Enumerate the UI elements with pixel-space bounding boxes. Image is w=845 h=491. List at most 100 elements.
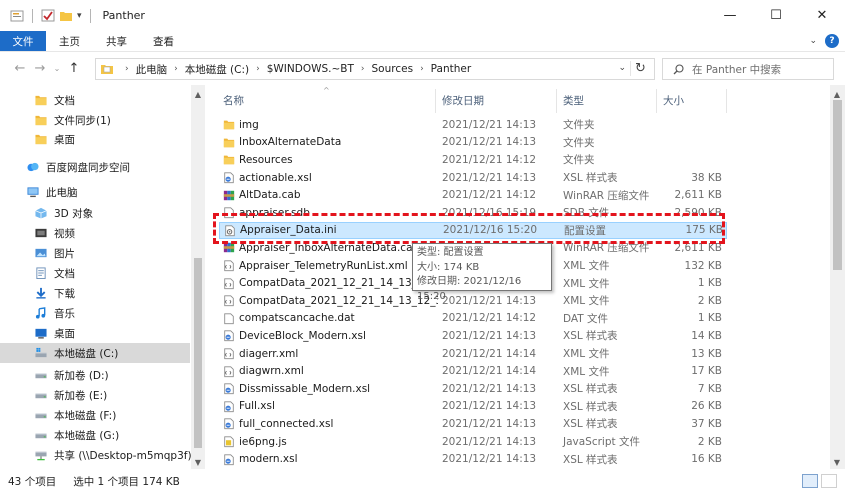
breadcrumb-chevron-icon[interactable]: ›: [361, 64, 365, 74]
file-row[interactable]: appraiser.sdb 2021/12/16 15:19 SDB 文件 2,590…: [219, 204, 727, 222]
file-row[interactable]: AltData.cab 2021/12/21 14:12 WinRAR 压缩文件 2,…: [219, 186, 727, 204]
nav-item[interactable]: 新加卷 (E:): [0, 385, 190, 405]
breadcrumb-sources[interactable]: Sources: [372, 63, 414, 75]
file-name-cell: ie6png.js: [223, 435, 438, 448]
file-row[interactable]: InboxAlternateData 2021/12/21 14:13 文件夹: [219, 134, 727, 152]
expand-ribbon-icon[interactable]: ⌄: [809, 36, 817, 46]
file-row[interactable]: Resources 2021/12/21 14:12 文件夹: [219, 151, 727, 169]
nav-item[interactable]: 图片: [0, 243, 190, 263]
quick-access-toolbar: ▾ Panther: [0, 0, 145, 31]
nav-item[interactable]: 本地磁盘 (G:): [0, 425, 190, 445]
tab-view[interactable]: 查看: [140, 31, 187, 51]
nav-item[interactable]: 桌面: [0, 323, 190, 343]
scroll-up-icon[interactable]: ▲: [830, 87, 844, 101]
scroll-down-icon[interactable]: ▼: [191, 455, 205, 469]
file-row[interactable]: diagwrn.xml 2021/12/21 14:14 XML 文件 17 KB: [219, 362, 727, 380]
column-divider[interactable]: [726, 89, 727, 113]
file-row[interactable]: ie6png.js 2021/12/21 14:13 JavaScript 文件 2 …: [219, 433, 727, 451]
breadcrumb-drive-c[interactable]: 本地磁盘 (C:): [185, 62, 249, 77]
nav-item[interactable]: 本地磁盘 (C:): [0, 343, 190, 363]
large-icons-view-icon[interactable]: [821, 474, 837, 488]
customize-toolbar-icon[interactable]: ▾: [77, 11, 82, 21]
column-divider[interactable]: [435, 89, 436, 113]
forward-arrow-icon[interactable]: →: [30, 61, 50, 76]
file-date: 2021/12/21 14:12: [442, 153, 537, 166]
tab-file[interactable]: 文件: [0, 31, 46, 51]
tab-share[interactable]: 共享: [93, 31, 140, 51]
back-arrow-icon[interactable]: ←: [10, 61, 30, 76]
column-header-date[interactable]: 修改日期: [442, 85, 484, 115]
column-header-size[interactable]: 大小: [663, 85, 684, 115]
drive-icon: [34, 429, 48, 441]
column-divider[interactable]: [556, 89, 557, 113]
column-divider[interactable]: [656, 89, 657, 113]
close-button[interactable]: ✕: [799, 0, 845, 31]
nav-item[interactable]: 新加卷 (D:): [0, 365, 190, 385]
address-bar[interactable]: › 此电脑 › 本地磁盘 (C:) › $WINDOWS.~BT › Sourc…: [95, 58, 655, 80]
desktop-icon: [34, 327, 48, 339]
folder-icon: [34, 94, 48, 106]
breadcrumb-chevron-icon[interactable]: ›: [174, 64, 178, 74]
breadcrumb-chevron-icon[interactable]: ›: [420, 64, 424, 74]
file-date: 2021/12/21 14:14: [442, 365, 537, 378]
breadcrumb-windows-bt[interactable]: $WINDOWS.~BT: [267, 63, 354, 75]
nav-item[interactable]: 共享 (\\Desktop-m5mqp3f) (Z: [0, 445, 205, 465]
nav-item[interactable]: 下载: [0, 283, 190, 303]
file-scroll-thumb[interactable]: [833, 100, 842, 270]
file-row[interactable]: full_connected.xsl 2021/12/21 14:13 XSL 样式…: [219, 415, 727, 433]
file-row[interactable]: Appraiser_Data.ini 2021/12/16 15:20 配置设置 17…: [219, 221, 727, 240]
nav-item[interactable]: 文档: [0, 90, 190, 110]
help-icon[interactable]: ?: [825, 34, 839, 48]
pictures-icon: [34, 247, 48, 259]
column-header-type[interactable]: 类型: [563, 85, 584, 115]
file-list-scrollbar[interactable]: ▲ ▼: [830, 85, 845, 469]
breadcrumb-chevron-icon[interactable]: ›: [256, 64, 260, 74]
breadcrumb-panther[interactable]: Panther: [431, 63, 472, 75]
details-view-icon[interactable]: [802, 474, 818, 488]
recent-locations-icon[interactable]: ⌄: [50, 64, 64, 73]
file-row[interactable]: modern.xsl 2021/12/21 14:13 XSL 样式表 16 KB: [219, 450, 727, 468]
breadcrumb-this-pc[interactable]: 此电脑: [136, 62, 168, 77]
column-header-name[interactable]: 名称: [223, 85, 244, 115]
file-row[interactable]: actionable.xsl 2021/12/21 14:13 XSL 样式表 38 …: [219, 169, 727, 187]
file-row[interactable]: DeviceBlock_Modern.xsl 2021/12/21 14:13 XS…: [219, 327, 727, 345]
nav-item[interactable]: 文件同步(1): [0, 110, 190, 130]
nav-item-label: 本地磁盘 (C:): [54, 347, 119, 360]
breadcrumb-chevron-icon[interactable]: ›: [125, 64, 129, 74]
checkmark-icon[interactable]: [41, 9, 55, 22]
file-row[interactable]: compatscancache.dat 2021/12/21 14:12 DAT 文…: [219, 310, 727, 328]
scroll-down-icon[interactable]: ▼: [830, 455, 844, 469]
minimize-button[interactable]: —: [707, 0, 753, 31]
file-row[interactable]: img 2021/12/21 14:13 文件夹: [219, 116, 727, 134]
address-dropdown-icon[interactable]: ⌄: [618, 63, 626, 73]
file-row[interactable]: diagerr.xml 2021/12/21 14:14 XML 文件 13 KB: [219, 345, 727, 363]
file-name: img: [239, 118, 259, 131]
nav-item[interactable]: 3D 对象: [0, 203, 190, 223]
up-arrow-icon[interactable]: ↑: [64, 61, 84, 76]
scroll-up-icon[interactable]: ▲: [191, 87, 205, 101]
nav-item[interactable]: 百度网盘同步空间: [0, 157, 190, 177]
nav-item[interactable]: 视频: [0, 223, 190, 243]
file-row[interactable]: Full.xsl 2021/12/21 14:13 XSL 样式表 26 KB: [219, 398, 727, 416]
nav-item[interactable]: 此电脑: [0, 182, 190, 202]
refresh-icon[interactable]: ↻: [630, 61, 650, 76]
js-file-icon: [223, 435, 235, 448]
nav-scroll-thumb[interactable]: [194, 258, 202, 448]
file-size: 38 KB: [691, 171, 722, 184]
new-folder-icon[interactable]: [59, 9, 73, 22]
winrar-icon: [223, 241, 235, 254]
nav-item[interactable]: 桌面: [0, 129, 190, 149]
file-name-cell: InboxAlternateData: [223, 136, 438, 149]
tab-home[interactable]: 主页: [46, 31, 93, 51]
nav-item[interactable]: 文档: [0, 263, 190, 283]
file-row[interactable]: Dissmissable_Modern.xsl 2021/12/21 14:13 X…: [219, 380, 727, 398]
search-box[interactable]: 在 Panther 中搜索: [662, 58, 834, 80]
nav-item[interactable]: 本地磁盘 (F:): [0, 405, 190, 425]
nav-item[interactable]: 音乐: [0, 303, 190, 323]
file-type: XSL 样式表: [563, 330, 618, 343]
file-size: 2,611 KB: [674, 241, 723, 254]
nav-scrollbar[interactable]: ▲ ▼: [191, 85, 205, 469]
maximize-button[interactable]: ☐: [753, 0, 799, 31]
properties-icon[interactable]: [10, 9, 24, 22]
selection-info: 选中 1 个项目 174 KB: [73, 475, 180, 488]
